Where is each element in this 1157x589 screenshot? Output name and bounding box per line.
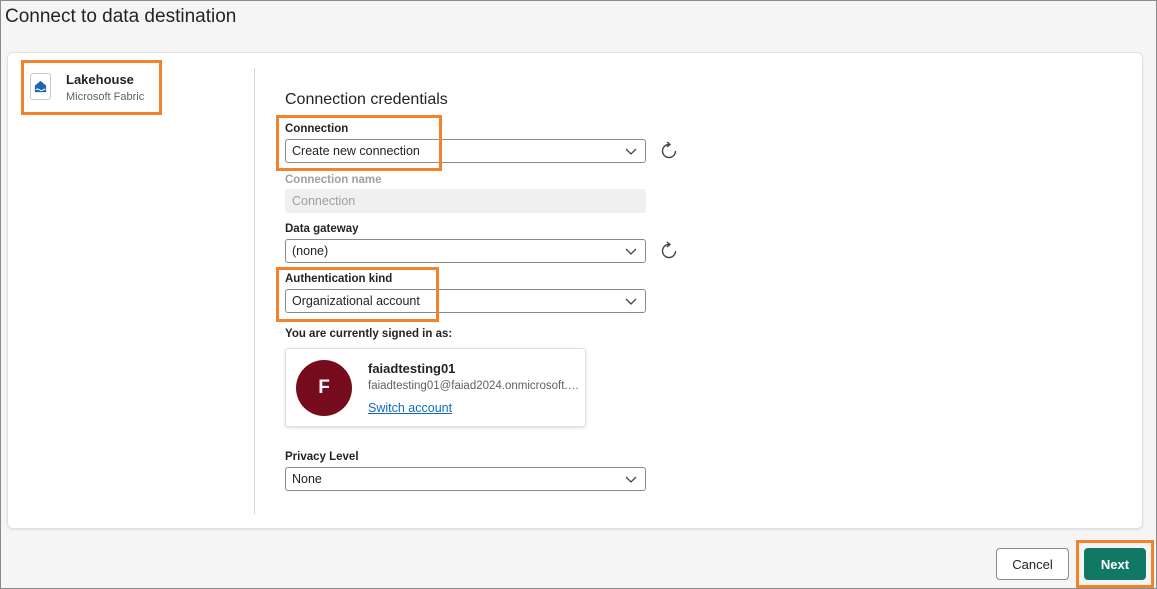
next-button[interactable]: Next — [1084, 548, 1146, 580]
connection-select[interactable]: Create new connection — [285, 139, 646, 163]
refresh-icon[interactable] — [658, 140, 680, 162]
privacy-level-select[interactable]: None — [285, 467, 646, 491]
authentication-kind-value: Organizational account — [292, 294, 420, 308]
connection-name-label: Connection name — [285, 174, 382, 186]
vertical-divider — [254, 68, 255, 514]
chevron-down-icon — [625, 476, 637, 483]
signed-in-label: You are currently signed in as: — [285, 328, 453, 340]
account-name: faiadtesting01 — [368, 361, 456, 376]
chevron-down-icon — [625, 298, 637, 305]
switch-account-link[interactable]: Switch account — [368, 401, 452, 415]
data-gateway-value: (none) — [292, 244, 329, 258]
connection-value: Create new connection — [292, 144, 420, 158]
avatar: F — [296, 360, 352, 416]
privacy-level-label: Privacy Level — [285, 451, 359, 463]
refresh-icon[interactable] — [658, 240, 680, 262]
authentication-kind-select[interactable]: Organizational account — [285, 289, 646, 313]
connection-name-input: Connection — [285, 189, 646, 213]
chevron-down-icon — [625, 148, 637, 155]
cancel-button[interactable]: Cancel — [996, 548, 1069, 580]
privacy-level-value: None — [292, 472, 322, 486]
chevron-down-icon — [625, 248, 637, 255]
section-title: Connection credentials — [285, 91, 448, 108]
connection-label: Connection — [285, 123, 349, 135]
authentication-kind-label: Authentication kind — [285, 273, 393, 285]
data-gateway-label: Data gateway — [285, 223, 359, 235]
account-email: faiadtesting01@faiad2024.onmicrosoft.com — [368, 380, 584, 392]
dialog-title: Connect to data destination — [5, 6, 237, 27]
data-gateway-select[interactable]: (none) — [285, 239, 646, 263]
destination-item-lakehouse[interactable] — [21, 60, 162, 115]
